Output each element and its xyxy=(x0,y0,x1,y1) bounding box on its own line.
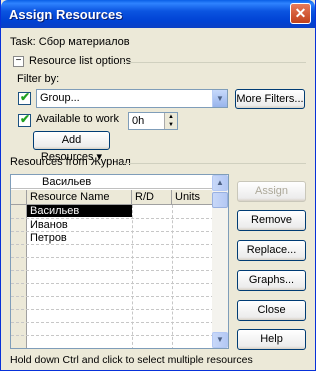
grid-line xyxy=(11,309,214,310)
assign-button[interactable]: Assign xyxy=(237,181,306,202)
available-to-work-label: Available to work xyxy=(36,113,119,125)
column-header-units[interactable]: Units xyxy=(172,190,214,205)
available-hours-spinner[interactable]: 0h ▲ ▼ xyxy=(128,112,178,130)
filter-selected-value: Group... xyxy=(40,92,80,104)
grid-scrollbar[interactable]: ▲ ▼ xyxy=(212,175,228,348)
table-row[interactable]: Васильев xyxy=(27,205,132,217)
task-label: Task: xyxy=(10,36,36,48)
help-button[interactable]: Help xyxy=(237,329,306,350)
grid-line xyxy=(11,270,214,271)
chevron-down-icon[interactable]: ▼ xyxy=(212,90,227,107)
graphs-button[interactable]: Graphs... xyxy=(237,270,306,291)
resource-list-options-label: Resource list options xyxy=(29,55,132,67)
assign-resources-dialog: Assign Resources ✕ Task: Сбор материалов… xyxy=(0,0,316,371)
grid-line xyxy=(11,283,214,284)
grid-line xyxy=(11,244,214,245)
table-row[interactable]: Петров xyxy=(27,232,132,244)
add-resources-button[interactable]: Add Resources ▾ xyxy=(33,131,110,163)
window-title: Assign Resources xyxy=(9,7,123,22)
task-name: Сбор материалов xyxy=(38,36,130,48)
status-hint: Hold down Ctrl and click to select multi… xyxy=(10,354,253,366)
resource-grid[interactable]: Васильев Resource Name R/D Units Василье… xyxy=(10,174,229,349)
checkmark-icon: ✔ xyxy=(20,112,31,126)
grid-line xyxy=(132,205,133,348)
grid-line xyxy=(11,322,214,323)
resources-from-label: Resources from Журнал xyxy=(10,156,131,168)
spin-up-icon[interactable]: ▲ xyxy=(164,113,177,121)
more-filters-button[interactable]: More Filters... xyxy=(235,89,305,109)
row-header-corner xyxy=(11,190,27,205)
row-selector-column xyxy=(11,205,27,348)
collapse-options-icon[interactable]: − xyxy=(13,56,24,67)
grid-line xyxy=(11,257,214,258)
grid-line xyxy=(11,296,214,297)
filter-dropdown[interactable]: Group... ▼ xyxy=(36,89,228,108)
remove-button[interactable]: Remove xyxy=(237,210,306,231)
scroll-down-icon[interactable]: ▼ xyxy=(212,332,228,348)
task-row: Task: Сбор материалов xyxy=(10,36,130,48)
available-to-work-checkbox[interactable]: ✔ xyxy=(18,112,31,127)
grid-edit-value: Васильев xyxy=(42,176,92,188)
grid-line xyxy=(172,205,173,348)
filter-by-label: Filter by: xyxy=(17,73,60,85)
spin-down-icon[interactable]: ▼ xyxy=(164,121,177,129)
close-window-button[interactable]: ✕ xyxy=(290,3,311,24)
scroll-thumb[interactable] xyxy=(212,192,228,208)
available-hours-value: 0h xyxy=(132,115,145,127)
table-row[interactable]: Иванов xyxy=(27,219,132,231)
column-header-resource-name[interactable]: Resource Name xyxy=(27,190,132,205)
column-header-rd[interactable]: R/D xyxy=(132,190,172,205)
grid-line xyxy=(11,335,214,336)
options-divider xyxy=(123,62,306,63)
grid-edit-bar[interactable]: Васильев xyxy=(11,175,214,189)
title-bar[interactable]: Assign Resources ✕ xyxy=(1,0,315,28)
close-button[interactable]: Close xyxy=(237,300,306,321)
checkmark-icon: ✔ xyxy=(20,90,31,104)
resources-divider xyxy=(123,163,306,164)
replace-button[interactable]: Replace... xyxy=(237,240,306,261)
scroll-up-icon[interactable]: ▲ xyxy=(212,175,228,191)
filter-checkbox[interactable]: ✔ xyxy=(18,90,31,105)
